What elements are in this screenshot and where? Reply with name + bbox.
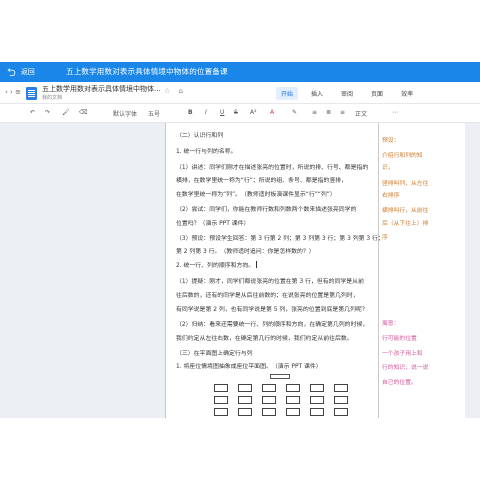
desk — [214, 408, 228, 416]
body-line[interactable]: 1. 将座位情境图抽象成座位平面图。（演示 PPT 课件） — [176, 361, 322, 370]
side-note[interactable]: 寓意： — [382, 318, 399, 327]
document-actions: ☆ ⌂ — [164, 87, 189, 95]
font-size-select[interactable]: 五号 — [148, 109, 160, 118]
app-title-bar: ⮌ 返回 五上数学用数对表示具体情境中物体的位置备课 — [0, 62, 480, 82]
underline-button[interactable]: U — [220, 109, 224, 116]
desk — [262, 396, 276, 404]
table-column-divider — [378, 123, 379, 418]
desk — [310, 408, 324, 416]
body-line[interactable]: 第 2 列第 3 行。（教师适时追问：你是怎样数的？） — [176, 246, 315, 255]
side-note[interactable]: 介绍行和列的知 — [382, 150, 423, 159]
side-note[interactable]: 右排序 — [382, 190, 399, 199]
blank-top-area — [0, 0, 480, 62]
undo-icon[interactable]: ↶ — [30, 109, 35, 116]
blank-bottom-area — [0, 418, 480, 480]
desk — [334, 384, 348, 392]
list-icon[interactable]: ≡ — [312, 109, 317, 116]
desk — [334, 408, 348, 416]
desk — [286, 408, 300, 416]
document-location[interactable]: 我的文档 — [42, 94, 62, 101]
tab-start[interactable]: 开始 — [276, 87, 299, 100]
body-line[interactable]: 有同学说是第 2 列，也有同学说是第 5 列，张亮的位置到底是第几列呢？ — [176, 304, 368, 313]
text-cursor — [256, 261, 258, 268]
back-label: 返回 — [20, 68, 35, 76]
strikethrough-button[interactable]: S — [234, 109, 238, 116]
body-line-text: 2. 统一行、列的顺序和方向。 — [176, 263, 255, 269]
body-line[interactable]: 在数学里统一称为“列”。（教师适时板演课件显示“行”“列”） — [176, 189, 336, 198]
font-select[interactable]: 默认字体 — [113, 109, 137, 118]
seat-plan-figure — [210, 374, 356, 418]
tab-page[interactable]: 页面 — [366, 87, 388, 100]
tab-insert[interactable]: 插入 — [306, 87, 328, 100]
history-nav: ‹ › ≡ — [5, 88, 21, 96]
body-line[interactable]: （1）讲述：同学们刚才在描述张亮的位置时，所说的排、行号、都是指的 — [176, 162, 368, 171]
font-color-button[interactable]: A — [270, 109, 274, 116]
clear-format-icon[interactable]: ⌫ — [79, 109, 87, 116]
body-line[interactable]: （2）尝试：同学们，你能在教师行数和列数两个数来描述张亮同学的 — [176, 204, 356, 213]
desk — [262, 408, 276, 416]
line-spacing-icon[interactable]: ≣ — [326, 109, 331, 116]
format-toolbar: ↶ ↷ 🖌 ⌫ 默认字体 五号 B I U S A² A ✎ ≡ ≣ ≡ 正文 … — [0, 104, 480, 123]
podium — [270, 374, 290, 379]
side-note[interactable]: 自己的位置。 — [382, 377, 417, 386]
page-title: 五上数学用数对表示具体情境中物体的位置备课 — [66, 67, 228, 76]
back-arrow-icon: ⮌ — [7, 65, 16, 79]
desk — [310, 384, 324, 392]
body-line[interactable]: 我们约定从左往右数，在确定第几行的时候，我们约定从前往后数。 — [176, 333, 353, 342]
share-icon[interactable]: ⌂ — [179, 87, 183, 95]
side-note[interactable]: 行的知识，说一说 — [382, 362, 428, 371]
back-icon[interactable]: ‹ — [5, 88, 8, 96]
align-icon[interactable]: ≡ — [340, 109, 345, 116]
document-header-bar: ‹ › ≡ 五上数学用数对表示具体情境中物体... 我的文档 ☆ ⌂ 开始 插入… — [0, 82, 480, 104]
highlight-icon[interactable]: ✎ — [292, 109, 297, 116]
tab-review[interactable]: 审阅 — [336, 87, 358, 100]
desk — [334, 396, 348, 404]
desk — [238, 408, 252, 416]
side-note[interactable]: 一个孩子用上和 — [382, 348, 423, 357]
document-file-icon — [26, 87, 37, 100]
side-note[interactable]: 竖排叫列，从左往 — [382, 178, 428, 187]
side-note[interactable]: 识， — [382, 162, 394, 171]
side-note[interactable]: 横排叫行，从前往 — [382, 205, 428, 214]
tab-efficiency[interactable]: 效率 — [396, 87, 418, 100]
desk — [286, 396, 300, 404]
ribbon-tabs: 开始 插入 审阅 页面 效率 — [276, 87, 426, 100]
desk — [310, 396, 324, 404]
menu-icon[interactable]: ≡ — [15, 88, 21, 96]
side-note[interactable]: 预设： — [382, 135, 399, 144]
forward-icon[interactable]: › — [10, 88, 13, 96]
body-line[interactable]: （1）提疑：刚才，同学们都说张亮的位置在第 3 行，但有的同学是从前 — [176, 276, 364, 285]
text-style-select[interactable]: 正文 — [355, 109, 367, 118]
body-line[interactable]: （三）在平面图上确定行与列 — [176, 348, 253, 357]
body-line-with-cursor[interactable]: 2. 统一行、列的顺序和方向。 — [176, 260, 258, 269]
desk — [214, 396, 228, 404]
desk — [238, 384, 252, 392]
superscript-button[interactable]: A² — [250, 109, 257, 116]
side-note[interactable]: 后（从下往上）排 — [382, 218, 428, 227]
body-line[interactable]: 往后数的，还有的同学是从后往前数的；在说张亮的位置是第几列时， — [176, 290, 359, 299]
desk — [262, 384, 276, 392]
desk — [286, 384, 300, 392]
side-note[interactable]: 序 — [382, 232, 388, 241]
bold-button[interactable]: B — [188, 109, 193, 116]
desk — [238, 396, 252, 404]
body-line[interactable]: （二）认识行和列 — [176, 130, 223, 139]
redo-icon[interactable]: ↷ — [45, 109, 50, 116]
body-line[interactable]: （3）预设：预设学生回答：第 3 行第 2 列；第 3 列第 3 行；第 3 列… — [176, 233, 384, 242]
side-note[interactable]: 行可能的位置 — [382, 333, 417, 342]
format-painter-icon[interactable]: 🖌 — [62, 109, 70, 116]
more-icon[interactable]: ⋯ — [392, 109, 398, 116]
body-line[interactable]: （2）归纳：看来还需要统一行、列的顺序和方向，在确定第几列的时候， — [176, 319, 368, 328]
star-icon[interactable]: ☆ — [164, 87, 170, 95]
desk — [214, 384, 228, 392]
back-button[interactable]: ⮌ 返回 — [0, 62, 35, 82]
body-line[interactable]: 横排，在数学里统一称为“行”；所说的组、条号、都是指的竖排， — [176, 175, 347, 184]
italic-button[interactable]: I — [205, 109, 207, 116]
body-line[interactable]: 位置吗？（演示 PPT 课件） — [176, 218, 249, 227]
document-name[interactable]: 五上数学用数对表示具体情境中物体... — [42, 84, 161, 94]
body-line[interactable]: 1. 统一行与列的名称。 — [176, 146, 237, 155]
